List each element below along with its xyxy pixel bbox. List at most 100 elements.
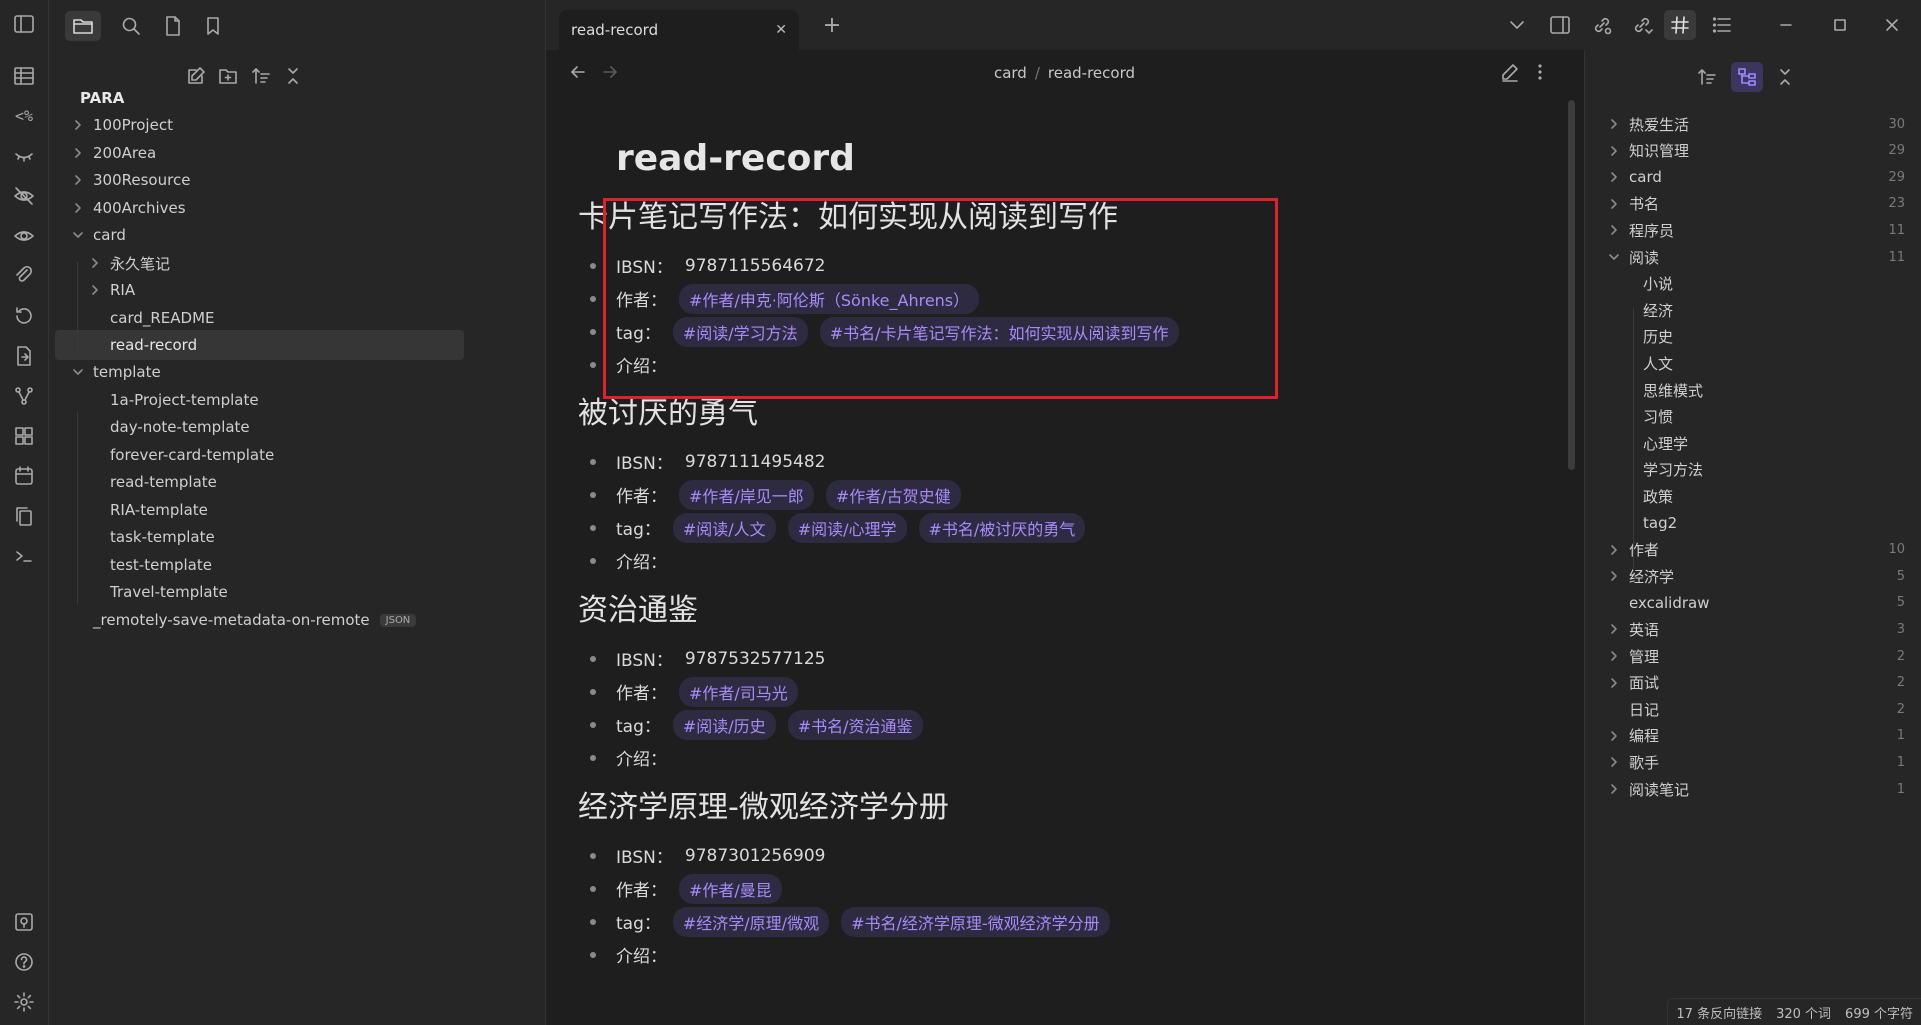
tag-tree-item[interactable]: 政策1 — [1605, 481, 1921, 511]
tag-pill[interactable]: #书名/资治通鉴 — [787, 709, 923, 740]
tag-tree-item[interactable]: 英语 3 — [1605, 614, 1905, 644]
tree-file[interactable]: _remotely-save-metadata-on-remote JSON — [69, 605, 529, 635]
tree-file[interactable]: 1a-Project-template — [69, 385, 546, 415]
scrollbar-thumb[interactable] — [1568, 100, 1575, 470]
tag-tree-item[interactable]: 热爱生活 30 — [1605, 109, 1905, 139]
tree-file[interactable]: read-template — [69, 467, 546, 497]
tag-tree-item[interactable]: 人文1 — [1605, 348, 1921, 378]
chevron-right-icon[interactable] — [1605, 544, 1623, 556]
graph-icon[interactable] — [12, 384, 36, 408]
close-window-icon[interactable] — [1876, 10, 1908, 40]
tag-pill[interactable]: #作者/岸见一郎 — [679, 479, 814, 510]
search-icon[interactable] — [113, 11, 149, 41]
tree-view-icon[interactable] — [1731, 62, 1763, 92]
chevron-right-icon[interactable] — [1605, 171, 1623, 183]
chevron-right-icon[interactable] — [1605, 730, 1623, 742]
settings-icon[interactable] — [12, 990, 36, 1014]
chevron-right-icon[interactable] — [69, 202, 87, 214]
tag-tree-item[interactable]: 学习方法1 — [1605, 455, 1921, 485]
tag-pill[interactable]: #作者/古贺史健 — [825, 479, 961, 510]
chevron-right-icon[interactable] — [1605, 224, 1623, 236]
list-icon[interactable] — [1706, 10, 1738, 40]
tree-file[interactable]: Travel-template — [69, 577, 546, 607]
folder-icon[interactable] — [65, 11, 101, 41]
percent-icon[interactable]: <% — [12, 104, 36, 128]
tree-file[interactable]: task-template — [69, 522, 546, 552]
vault-name[interactable]: PARA — [69, 83, 540, 113]
tree-folder[interactable]: template — [69, 357, 529, 387]
bookmark-icon[interactable] — [195, 11, 231, 41]
tag-tree-item[interactable]: 歌手 1 — [1605, 747, 1905, 777]
tag-pill[interactable]: #书名/被讨厌的勇气 — [918, 512, 1086, 543]
chevron-down-icon[interactable] — [1605, 251, 1623, 263]
eye-icon[interactable] — [12, 224, 36, 248]
chevron-right-icon[interactable] — [1605, 623, 1623, 635]
tree-folder[interactable]: 100Project — [69, 110, 529, 140]
tag-tree-item[interactable]: 作者 10 — [1605, 535, 1905, 565]
tag-tree-item[interactable]: 编程 1 — [1605, 721, 1905, 751]
chevron-right-icon[interactable] — [86, 257, 104, 269]
tag-tree-item[interactable]: 阅读笔记 1 — [1605, 774, 1905, 804]
file-icon[interactable] — [155, 11, 191, 41]
tag-tree-item[interactable]: 经济1 — [1605, 295, 1921, 325]
chevron-right-icon[interactable] — [1605, 145, 1623, 157]
tree-file[interactable]: test-template — [69, 550, 546, 580]
backlinks-count[interactable]: 17 条反向链接 — [1676, 1003, 1762, 1022]
chevron-right-icon[interactable] — [1605, 118, 1623, 130]
tag-tree-item[interactable]: 阅读 11 — [1605, 242, 1905, 272]
chevron-right-icon[interactable] — [1605, 650, 1623, 662]
tag-tree-item[interactable]: 历史1 — [1605, 322, 1921, 352]
tree-folder[interactable]: 400Archives — [69, 193, 529, 223]
new-tab-button[interactable]: + — [816, 10, 848, 40]
tag-pill[interactable]: #阅读/心理学 — [787, 512, 907, 543]
tree-file[interactable]: day-note-template — [69, 412, 546, 442]
breadcrumb-folder[interactable]: card — [994, 64, 1027, 82]
chevron-right-icon[interactable] — [69, 174, 87, 186]
maximize-icon[interactable] — [1824, 10, 1856, 40]
tag-pill[interactable]: #作者/司马光 — [679, 676, 798, 707]
table-icon[interactable] — [12, 64, 36, 88]
minimize-icon[interactable] — [1770, 10, 1802, 40]
right-sidebar-toggle-icon[interactable] — [1544, 10, 1576, 40]
tag-pill[interactable]: #经济学/原理/微观 — [672, 906, 830, 937]
eye-closed-icon[interactable] — [12, 144, 36, 168]
tag-pill[interactable]: #阅读/历史 — [672, 709, 776, 740]
hashtag-icon[interactable] — [1664, 10, 1696, 40]
tag-tree-item[interactable]: 思维模式1 — [1605, 375, 1921, 405]
tag-pill[interactable]: #书名/经济学原理-微观经济学分册 — [841, 906, 1110, 937]
tag-pill[interactable]: #作者/曼昆 — [679, 873, 782, 904]
copy-icon[interactable] — [12, 504, 36, 528]
tag-tree-item[interactable]: 日记 2 — [1605, 694, 1905, 724]
tree-file[interactable]: card_README — [69, 303, 546, 333]
chevron-down-icon[interactable] — [69, 229, 87, 241]
tag-tree-item[interactable]: excalidraw 5 — [1605, 588, 1905, 618]
outgoing-link-icon[interactable] — [1626, 10, 1658, 40]
clip-icon[interactable] — [12, 264, 36, 288]
tree-folder[interactable]: 300Resource — [69, 165, 529, 195]
chevron-down-icon[interactable] — [69, 366, 87, 378]
tag-tree-item[interactable]: tag21 — [1605, 508, 1921, 538]
chevron-right-icon[interactable] — [69, 119, 87, 131]
link-settings-icon[interactable] — [1586, 10, 1618, 40]
tag-pill[interactable]: #阅读/人文 — [672, 512, 776, 543]
breadcrumb-file[interactable]: read-record — [1048, 64, 1135, 82]
tree-file[interactable]: forever-card-template — [69, 440, 546, 470]
tree-folder[interactable]: card — [69, 220, 529, 250]
chevron-down-icon[interactable] — [1501, 10, 1533, 40]
chevron-right-icon[interactable] — [69, 147, 87, 159]
eye-off-icon[interactable] — [12, 184, 36, 208]
chevron-right-icon[interactable] — [1605, 756, 1623, 768]
chevron-right-icon[interactable] — [1605, 783, 1623, 795]
tag-tree-item[interactable]: 经济学 5 — [1605, 561, 1905, 591]
tag-tree-item[interactable]: card 29 — [1605, 162, 1905, 192]
vault-switch-icon[interactable] — [12, 910, 36, 934]
edit-pencil-icon[interactable] — [1500, 62, 1520, 82]
blocks-icon[interactable] — [12, 424, 36, 448]
tree-folder[interactable]: 永久笔记 — [69, 248, 546, 278]
collapse-icon[interactable] — [1769, 62, 1801, 92]
file-export-icon[interactable] — [12, 344, 36, 368]
tag-tree-item[interactable]: 程序员 11 — [1605, 215, 1905, 245]
tag-tree-item[interactable]: 管理 2 — [1605, 641, 1905, 671]
tree-file[interactable]: read-record — [55, 330, 464, 360]
chevron-right-icon[interactable] — [1605, 677, 1623, 689]
